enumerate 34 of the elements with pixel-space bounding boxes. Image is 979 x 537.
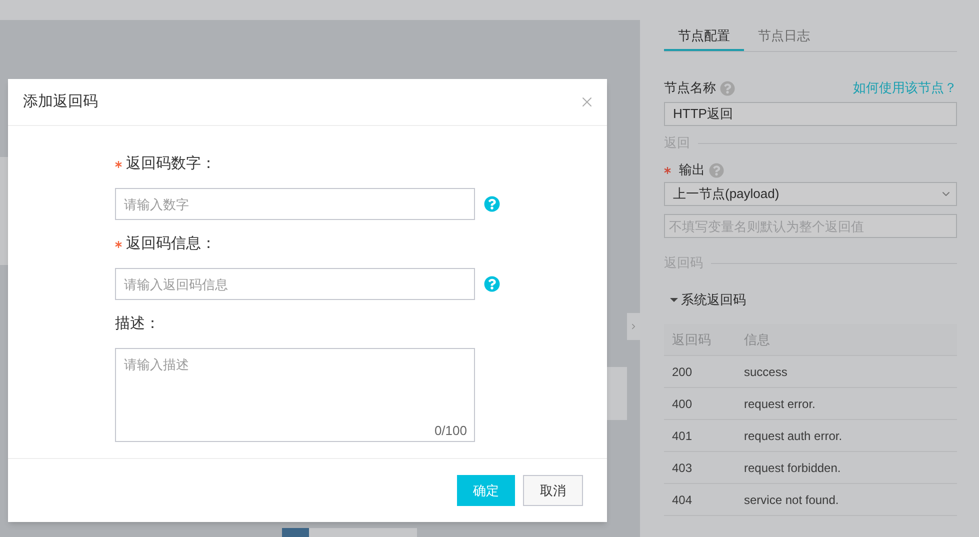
tab[interactable]: 节点配置 — [664, 26, 744, 51]
field-label: 节点名称 — [664, 79, 716, 98]
table-cell-text: request error. — [744, 396, 816, 412]
collapse-handle[interactable] — [627, 313, 640, 340]
help-icon[interactable] — [484, 276, 500, 292]
field-label: 返回码数字： — [126, 154, 216, 174]
column-header: 信息 — [744, 330, 770, 349]
help-icon[interactable] — [484, 196, 500, 212]
table-cell-text: 200 — [671, 364, 694, 380]
help-icon[interactable] — [709, 162, 724, 178]
input-field[interactable]: 请输入返回码信息 — [115, 268, 475, 300]
table-cell-text: success — [744, 364, 788, 380]
cancel-button[interactable]: 取消 — [523, 475, 583, 506]
table-cell-text: request forbidden. — [744, 460, 841, 476]
dialog-title: 添加返回码 — [23, 92, 98, 112]
table-cell-text: 403 — [671, 460, 694, 476]
character-counter: 0/100 — [434, 422, 467, 440]
section-title: 系统返回码 — [681, 291, 746, 310]
table-cell-text: 401 — [671, 428, 694, 444]
name-field[interactable]: HTTP返回 — [664, 102, 957, 126]
card-background — [607, 367, 627, 420]
table-cell-text: service not found. — [744, 492, 839, 508]
table-cell-text: 404 — [671, 492, 694, 508]
input-field[interactable]: 请输入数字 — [115, 188, 475, 220]
output-select[interactable]: 上一节点(payload) — [664, 182, 957, 206]
table-cell-text: 400 — [671, 396, 694, 412]
field-label: 返回码信息： — [126, 234, 216, 254]
field-label: 输出 — [679, 161, 705, 180]
column-header: 返回码 — [671, 330, 712, 349]
field-label: 描述： — [115, 314, 160, 334]
help-icon[interactable] — [720, 80, 735, 96]
caret-icon[interactable] — [670, 297, 678, 303]
chevron-icon — [629, 322, 638, 331]
table-cell-text: request auth error. — [744, 428, 842, 444]
